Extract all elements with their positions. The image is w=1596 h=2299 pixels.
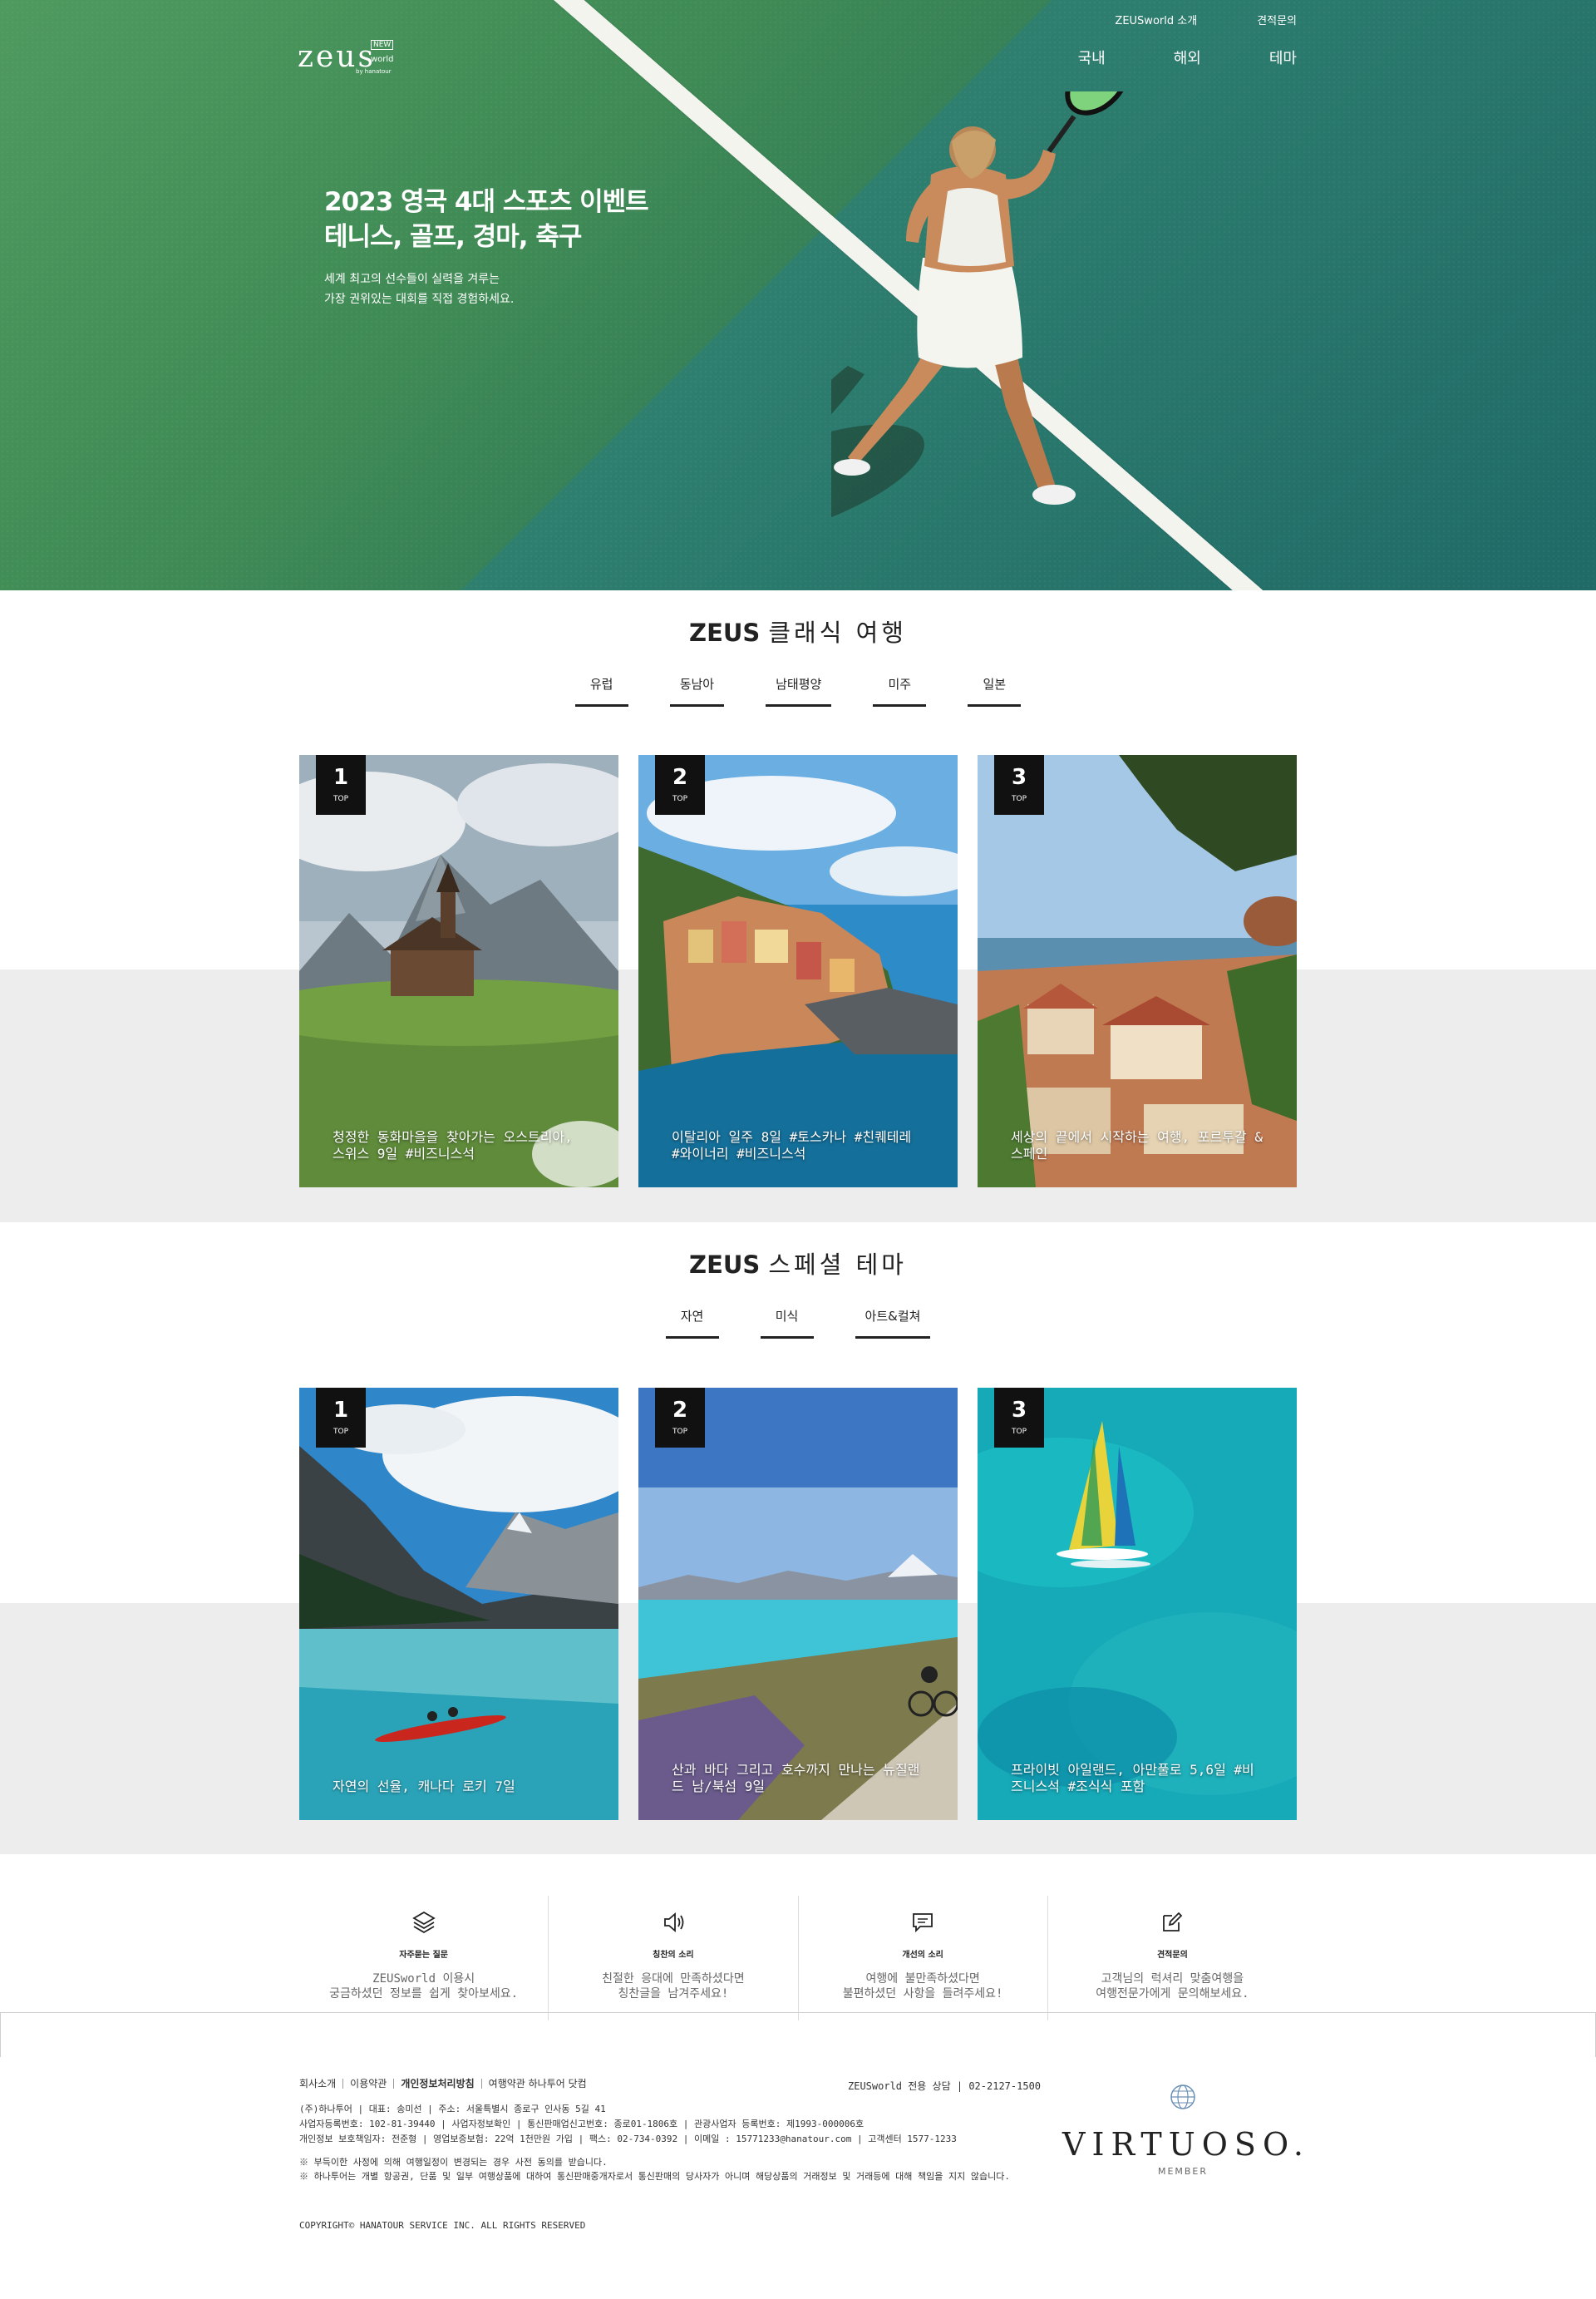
main-nav: 국내 해외 테마 bbox=[1078, 47, 1297, 68]
classic-card-3[interactable]: 3 TOP 세상의 끝에서 시작하는 여행, 포르투갈 & 스페인 bbox=[978, 755, 1297, 1187]
turquoise-sea-sailing-photo bbox=[978, 1388, 1297, 1820]
edit-icon bbox=[1163, 1912, 1183, 1931]
card-caption: 자연의 선율, 캐나다 로키 7일 bbox=[332, 1779, 515, 1794]
service-improvement[interactable]: 개선의 소리 여행에 불만족하셨다면 불편하셨던 사항을 들려주세요! bbox=[799, 1896, 1048, 2020]
footer: 회사소개 이용약관 개인정보처리방침 여행약관 하나투어 닷컴 ZEUSworl… bbox=[299, 2079, 1303, 2231]
classic-tabs: 유럽 동남아 남태평양 미주 일본 bbox=[0, 675, 1596, 707]
logo-badge: NEW bbox=[371, 40, 394, 50]
page: zeus NEW world by hanatour ZEUSworld 소개 … bbox=[0, 0, 1596, 2299]
new-zealand-lake-photo bbox=[638, 1388, 958, 1820]
rank-badge: 1 TOP bbox=[316, 755, 366, 815]
hero-banner[interactable]: zeus NEW world by hanatour ZEUSworld 소개 … bbox=[0, 0, 1596, 590]
layers-icon bbox=[411, 1911, 436, 1934]
tab-americas[interactable]: 미주 bbox=[873, 675, 927, 707]
tab-south-pacific[interactable]: 남태평양 bbox=[766, 675, 832, 707]
service-quote[interactable]: 견적문의 고객님의 럭셔리 맞춤여행을 여행전문가에게 문의해보세요. bbox=[1048, 1896, 1297, 2020]
rank-badge: 1 TOP bbox=[316, 1388, 366, 1448]
virtuoso-member-logo: VIRTUOSO. MEMBER bbox=[1062, 2079, 1303, 2177]
chat-icon bbox=[913, 1913, 933, 1933]
tab-europe[interactable]: 유럽 bbox=[574, 675, 628, 707]
footer-link-travel-terms[interactable]: 여행약관 하나투어 닷컴 bbox=[482, 2079, 594, 2089]
zeus-world-logo[interactable]: zeus NEW world by hanatour bbox=[298, 40, 394, 75]
hero-copy: 2023 영국 4대 스포츠 이벤트 테니스, 골프, 경마, 축구 세계 최고… bbox=[324, 185, 649, 309]
nav-domestic[interactable]: 국내 bbox=[1078, 47, 1106, 68]
consult-info: ZEUSworld 전용 상담 | 02-2127-1500 bbox=[848, 2080, 1042, 2092]
lisbon-view-photo bbox=[978, 755, 1297, 1187]
classic-section-title: ZEUS 클래식 여행 bbox=[689, 619, 907, 647]
special-tabs: 자연 미식 아트&컬쳐 bbox=[0, 1307, 1596, 1339]
tab-art-culture[interactable]: 아트&컬쳐 bbox=[855, 1307, 931, 1339]
top-links: ZEUSworld 소개 견적문의 bbox=[1115, 12, 1297, 27]
tennis-player-illustration bbox=[831, 91, 1130, 540]
service-faq[interactable]: 자주묻는 질문 ZEUSworld 이용시 궁금하셨던 정보를 쉽게 찾아보세요. bbox=[299, 1896, 549, 2020]
card-caption: 산과 바다 그리고 호수까지 만나는 뉴질랜드 남/북섬 9일 bbox=[672, 1762, 920, 1794]
copyright: COPYRIGHT© HANATOUR SERVICE INC. ALL RIG… bbox=[299, 2220, 586, 2231]
logo-by: by hanatour bbox=[356, 68, 392, 75]
footer-divider bbox=[0, 2012, 1596, 2057]
footer-link-company[interactable]: 회사소개 bbox=[299, 2079, 344, 2089]
footer-link-privacy[interactable]: 개인정보처리방침 bbox=[394, 2079, 482, 2089]
hero-description: 세계 최고의 선수들이 실력을 겨루는 가장 권위있는 대회를 직접 경험하세요… bbox=[324, 273, 515, 306]
swiss-chapel-photo bbox=[299, 755, 618, 1187]
cinque-terre-photo bbox=[638, 755, 958, 1187]
tab-nature[interactable]: 자연 bbox=[665, 1307, 719, 1339]
card-caption: 청정한 동화마을을 찾아가는 오스트리아, 스위스 9일 #비즈니스석 bbox=[332, 1129, 573, 1162]
top-link-quote[interactable]: 견적문의 bbox=[1257, 12, 1297, 27]
hero-title: 2023 영국 4대 스포츠 이벤트 테니스, 골프, 경마, 축구 bbox=[324, 187, 649, 252]
special-section-title: ZEUS 스페셜 테마 bbox=[689, 1251, 907, 1279]
nav-theme[interactable]: 테마 bbox=[1269, 47, 1297, 68]
classic-card-1[interactable]: 1 TOP 청정한 동화마을을 찾아가는 오스트리아, 스위스 9일 #비즈니스석 bbox=[299, 755, 618, 1187]
tab-japan[interactable]: 일본 bbox=[968, 675, 1022, 707]
speaker-icon bbox=[663, 1912, 684, 1932]
tab-southeast-asia[interactable]: 동남아 bbox=[669, 675, 725, 707]
special-card-1[interactable]: 1 TOP 자연의 선율, 캐나다 로키 7일 bbox=[299, 1388, 618, 1820]
top-link-about[interactable]: ZEUSworld 소개 bbox=[1115, 12, 1197, 27]
card-caption: 이탈리아 일주 8일 #토스카나 #친퀘테레 #와이너리 #비즈니스석 bbox=[672, 1129, 912, 1162]
service-compliment[interactable]: 칭찬의 소리 친절한 응대에 만족하셨다면 칭찬글을 남겨주세요! bbox=[549, 1896, 799, 2020]
logo-sub: world bbox=[371, 55, 394, 64]
rank-badge: 3 TOP bbox=[994, 1388, 1044, 1448]
canadian-rockies-photo bbox=[299, 1388, 618, 1820]
consult-phone: 02-2127-1500 bbox=[968, 2080, 1042, 2092]
tab-gourmet[interactable]: 미식 bbox=[760, 1307, 814, 1339]
rank-badge: 3 TOP bbox=[994, 755, 1044, 815]
virtuoso-member: MEMBER bbox=[1157, 2166, 1209, 2177]
virtuoso-wordmark: VIRTUOSO. bbox=[1062, 2126, 1310, 2163]
special-card-2[interactable]: 2 TOP 산과 바다 그리고 호수까지 만나는 뉴질랜드 남/북섬 9일 bbox=[638, 1388, 958, 1820]
special-card-3[interactable]: 3 TOP 프라이빗 아일랜드, 아만풀로 5,6일 #비즈니스석 #조식식 포함 bbox=[978, 1388, 1297, 1820]
footer-link-terms[interactable]: 이용약관 bbox=[343, 2079, 395, 2089]
classic-card-2[interactable]: 2 TOP 이탈리아 일주 8일 #토스카나 #친퀘테레 #와이너리 #비즈니스석 bbox=[638, 755, 958, 1187]
card-caption: 세상의 끝에서 시작하는 여행, 포르투갈 & 스페인 bbox=[1011, 1129, 1263, 1162]
rank-badge: 2 TOP bbox=[655, 755, 705, 815]
nav-overseas[interactable]: 해외 bbox=[1174, 47, 1201, 68]
service-links: 자주묻는 질문 ZEUSworld 이용시 궁금하셨던 정보를 쉽게 찾아보세요.… bbox=[299, 1896, 1297, 2020]
card-caption: 프라이빗 아일랜드, 아만풀로 5,6일 #비즈니스석 #조식식 포함 bbox=[1011, 1762, 1254, 1794]
rank-badge: 2 TOP bbox=[655, 1388, 705, 1448]
globe-icon bbox=[1170, 2084, 1195, 2109]
